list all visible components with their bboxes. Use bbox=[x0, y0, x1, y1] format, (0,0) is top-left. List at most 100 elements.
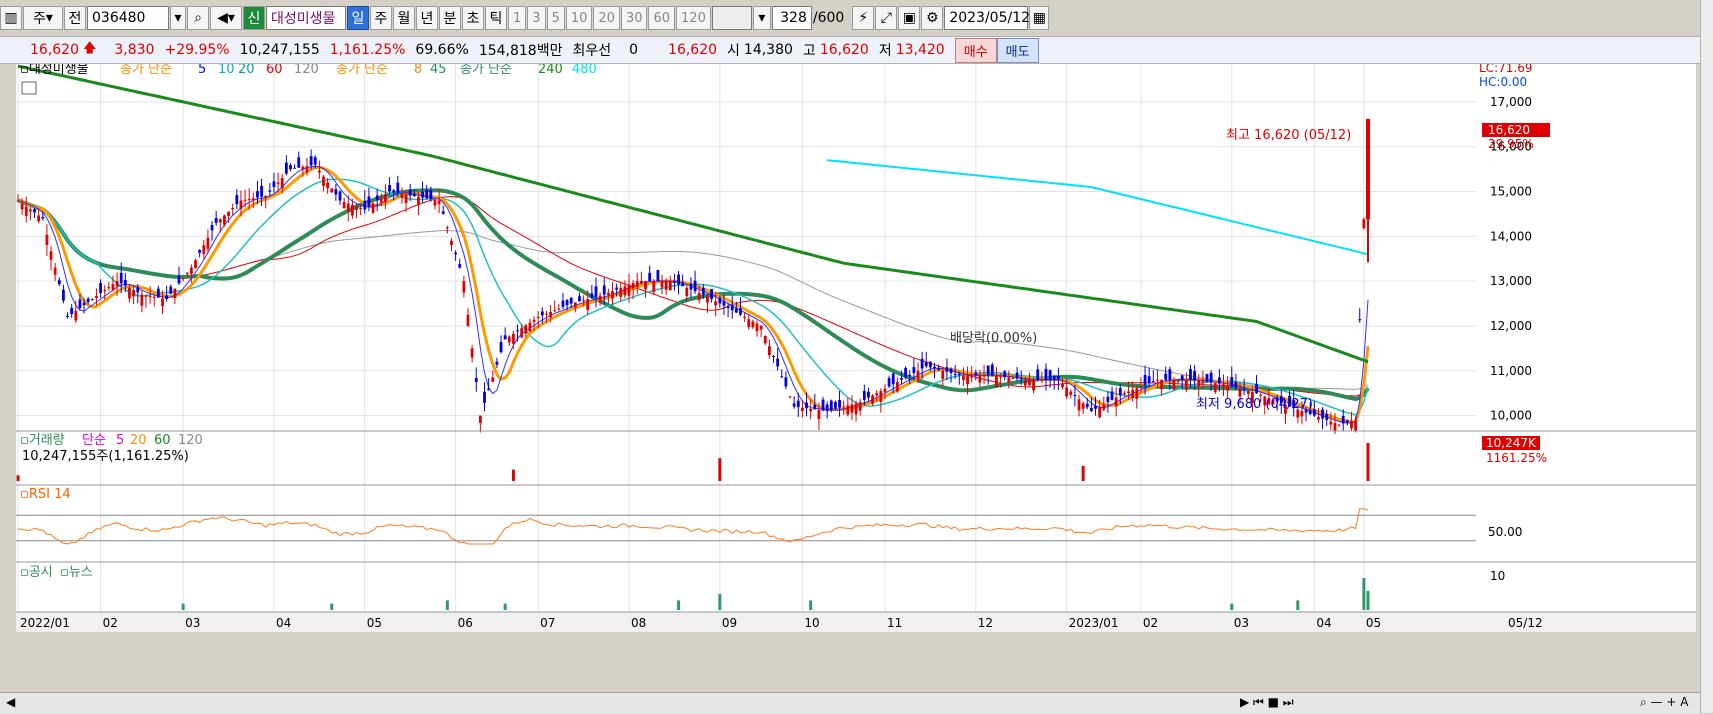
candle-body bbox=[1329, 421, 1333, 425]
pref-label: 최우선 bbox=[572, 43, 612, 59]
scroll-play-icon[interactable]: ▶ ⏮ ■ ⏭ bbox=[1240, 695, 1294, 710]
price-change: 3,830 bbox=[114, 42, 155, 58]
price-chart[interactable]: ▫대성미생물 종가 단순 5 10 20 60 120 종가 단순 8 45 종… bbox=[16, 64, 1696, 692]
candle-body bbox=[49, 251, 53, 260]
period-month[interactable]: 월 bbox=[393, 6, 415, 30]
price-tick-label: 10,000 bbox=[1490, 409, 1532, 423]
candle-body bbox=[1358, 319, 1362, 321]
candle-body bbox=[582, 300, 585, 302]
candle-body bbox=[532, 319, 536, 322]
candle-body bbox=[1131, 389, 1135, 398]
sell-button[interactable]: 매도 bbox=[996, 37, 1039, 63]
period-day[interactable]: 일 bbox=[347, 6, 369, 30]
right-tool-strip[interactable] bbox=[1700, 0, 1713, 713]
period-week[interactable]: 주 bbox=[370, 6, 392, 30]
candle-body bbox=[384, 194, 387, 203]
chart-scrollbar[interactable]: ◀ ▶ ⏮ ■ ⏭ ⌕ — + A bbox=[0, 692, 1700, 714]
candle-body bbox=[895, 381, 899, 392]
x-tick-label: 07 bbox=[540, 616, 555, 630]
candle-body bbox=[1222, 384, 1225, 388]
candle-body bbox=[185, 272, 189, 274]
candle-body bbox=[499, 342, 503, 353]
legend-ma2-label: 종가 단순 bbox=[336, 64, 388, 77]
candle-body bbox=[272, 181, 276, 188]
candle-body bbox=[1094, 405, 1097, 409]
layout-icon[interactable]: ▥ bbox=[0, 6, 22, 30]
calendar-icon[interactable]: ▦ bbox=[1029, 6, 1050, 30]
candle-body bbox=[1201, 381, 1205, 384]
candle-body bbox=[86, 298, 90, 303]
candle-body bbox=[202, 245, 206, 255]
volume-pct: 1,161.25% bbox=[329, 42, 406, 58]
candle-body bbox=[363, 200, 367, 210]
candle-body bbox=[1238, 388, 1242, 397]
high-price: 16,620 bbox=[819, 42, 869, 58]
candle-body bbox=[776, 358, 780, 367]
period-tick[interactable]: 틱 bbox=[485, 6, 507, 30]
candle-body bbox=[144, 295, 148, 297]
candle-body bbox=[945, 367, 949, 372]
candle-body bbox=[487, 388, 491, 391]
period-year[interactable]: 년 bbox=[416, 6, 438, 30]
volume: 10,247,155 bbox=[239, 42, 320, 58]
legend-ma60: 60 bbox=[266, 64, 283, 77]
candle-body bbox=[801, 407, 804, 411]
candle-body bbox=[1056, 375, 1060, 380]
candle-body bbox=[796, 400, 800, 408]
candle-body bbox=[871, 395, 874, 404]
candle-body bbox=[697, 292, 701, 301]
candle-body bbox=[928, 361, 932, 368]
news-bar bbox=[330, 603, 334, 610]
candle-body bbox=[235, 195, 239, 205]
search-icon[interactable]: ⌕ bbox=[187, 6, 209, 30]
interval-10[interactable]: 10 bbox=[565, 6, 593, 30]
candle-body bbox=[375, 195, 379, 201]
zoom-icon[interactable]: ⌕ — + A bbox=[1640, 695, 1688, 710]
candle-body bbox=[177, 275, 181, 284]
interval-5[interactable]: 5 bbox=[546, 6, 565, 30]
interval-30[interactable]: 30 bbox=[620, 6, 648, 30]
candle-body bbox=[483, 391, 486, 403]
interval-1[interactable]: 1 bbox=[508, 6, 527, 30]
period-minute[interactable]: 분 bbox=[439, 6, 461, 30]
interval-dropdown-icon[interactable]: ▾ bbox=[752, 6, 771, 30]
candle-body bbox=[123, 280, 127, 286]
drawing-icon[interactable]: ⤢ bbox=[875, 6, 898, 30]
gear-icon[interactable]: ⚙ bbox=[921, 6, 944, 30]
interval-20[interactable]: 20 bbox=[593, 6, 620, 30]
candle-body bbox=[24, 206, 28, 216]
date-input[interactable]: 2023/05/12 bbox=[944, 6, 1030, 30]
market-select[interactable]: 주 ▾ bbox=[23, 6, 63, 30]
interval-120[interactable]: 120 bbox=[676, 6, 711, 30]
stock-name[interactable]: 대성미생물 bbox=[266, 6, 346, 30]
period-second[interactable]: 초 bbox=[462, 6, 484, 30]
candle-body bbox=[16, 200, 20, 202]
grid-toggle-icon[interactable] bbox=[21, 81, 37, 95]
buy-button[interactable]: 매수 bbox=[954, 37, 997, 63]
count-input[interactable]: 328 bbox=[771, 6, 812, 30]
candle-body bbox=[933, 366, 936, 369]
candle-body bbox=[660, 281, 664, 288]
x-tick-label: 11 bbox=[887, 616, 902, 630]
candle-body bbox=[441, 211, 445, 214]
prev-button[interactable]: 전 bbox=[64, 6, 86, 30]
code-input[interactable]: 036480 bbox=[87, 6, 169, 30]
rsi-tick: 50.00 bbox=[1488, 525, 1522, 539]
x-end-label: 05/12 bbox=[1508, 616, 1543, 630]
scroll-left-icon[interactable]: ◀ bbox=[6, 695, 15, 709]
interval-60[interactable]: 60 bbox=[648, 6, 676, 30]
code-dropdown-icon[interactable]: ▾ bbox=[170, 6, 186, 30]
candle-body bbox=[1085, 403, 1089, 408]
candle-body bbox=[330, 188, 334, 193]
save-icon[interactable]: ▣ bbox=[898, 6, 921, 30]
speaker-icon[interactable]: ◀▾ bbox=[210, 6, 242, 30]
rsi-label: ▫RSI 14 bbox=[20, 487, 71, 502]
candle-body bbox=[1337, 424, 1341, 426]
candle-body bbox=[1015, 372, 1019, 379]
chart-type-icon[interactable]: ⚡ bbox=[852, 6, 875, 30]
x-tick-label: 2022/01 bbox=[20, 616, 70, 630]
legend-ma10: 10 bbox=[218, 64, 235, 77]
interval-3[interactable]: 3 bbox=[527, 6, 546, 30]
interval-custom-input[interactable] bbox=[711, 6, 752, 30]
candle-body bbox=[924, 362, 928, 367]
